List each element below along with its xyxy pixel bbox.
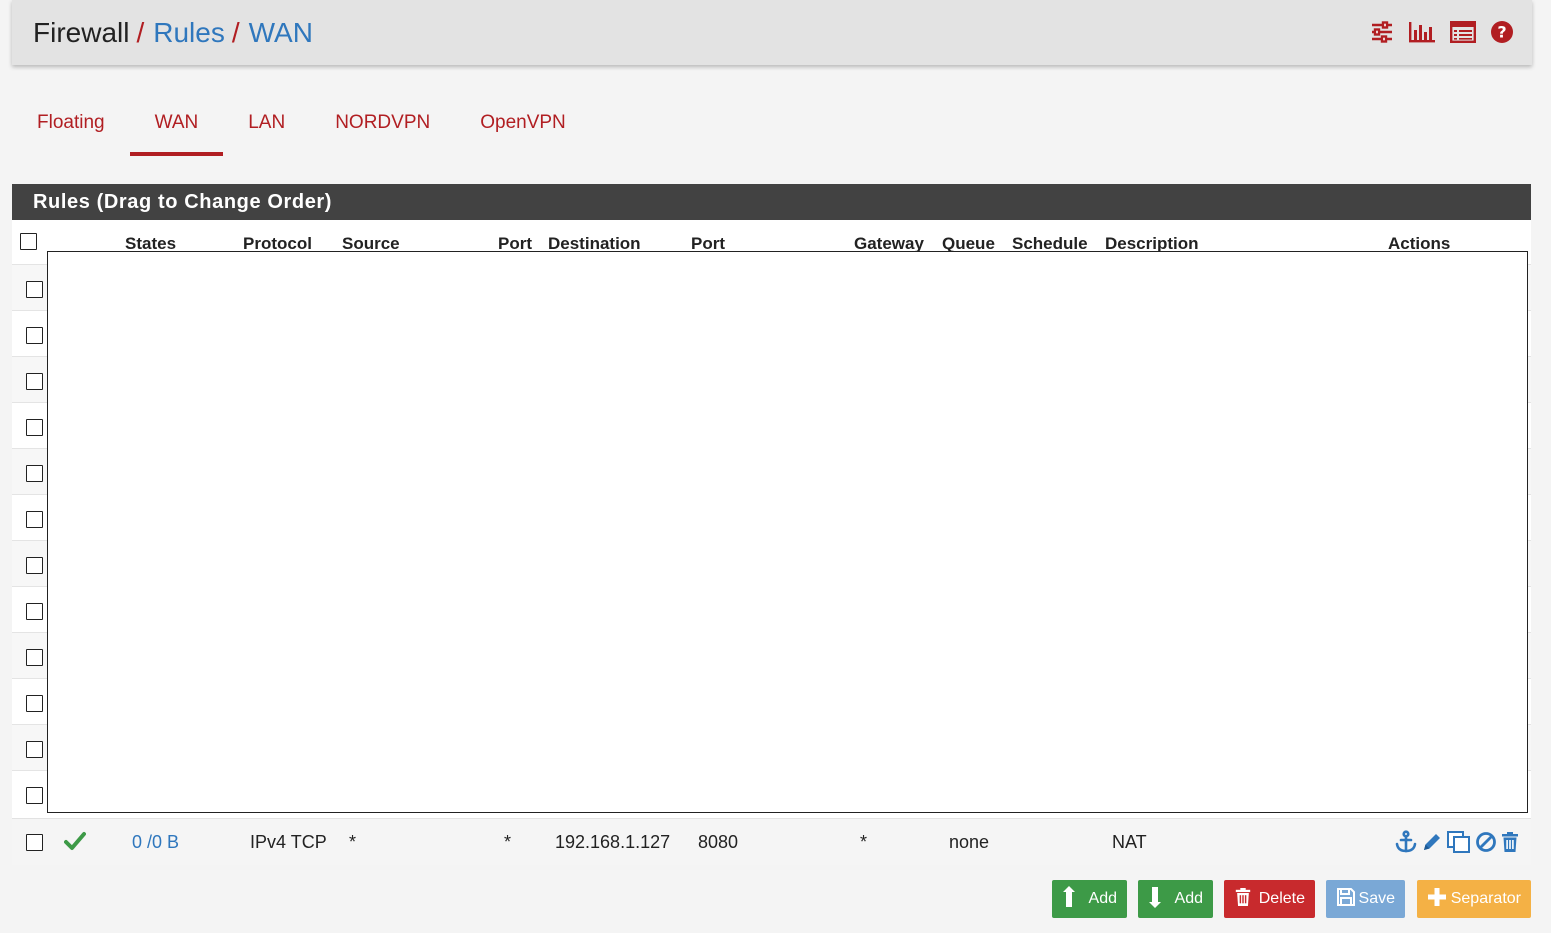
tab-wan[interactable]: WAN (129, 95, 224, 156)
action-buttons: Add Add Delete Save Separator (0, 880, 1551, 920)
row-checkbox[interactable] (26, 281, 43, 298)
row-checkbox[interactable] (26, 511, 43, 528)
help-icon[interactable]: ? (1490, 20, 1514, 44)
rule-protocol: IPv4 TCP (250, 832, 327, 852)
breadcrumb-separator: / (136, 16, 145, 48)
rule-description: NAT (1112, 832, 1147, 852)
breadcrumb-rules[interactable]: Rules (153, 17, 225, 49)
drag-placeholder (47, 251, 1528, 813)
copy-icon[interactable] (1446, 830, 1472, 859)
rule-destination: 192.168.1.127 (555, 832, 671, 852)
breadcrumb-firewall: Firewall (33, 16, 130, 48)
tab-floating[interactable]: Floating (12, 95, 130, 155)
rule-actions (1394, 830, 1520, 859)
list-icon[interactable] (1450, 21, 1476, 43)
row-checkbox[interactable] (26, 834, 43, 851)
breadcrumb-wan[interactable]: WAN (249, 17, 313, 49)
arrow-up-icon (1062, 885, 1078, 913)
save-button[interactable]: Save (1326, 880, 1405, 918)
row-checkbox[interactable] (26, 465, 43, 482)
tab-lan[interactable]: LAN (223, 95, 310, 155)
rule-source: * (349, 832, 357, 852)
trash-icon (1234, 887, 1252, 912)
breadcrumb: Firewall / Rules / WAN (33, 17, 313, 49)
row-checkbox[interactable] (26, 787, 43, 804)
panel-title: Rules (Drag to Change Order) (12, 184, 1531, 220)
sliders-icon[interactable] (1370, 20, 1394, 44)
row-checkbox[interactable] (26, 741, 43, 758)
trash-icon[interactable] (1500, 831, 1520, 858)
plus-icon (1427, 887, 1447, 912)
edit-icon[interactable] (1421, 831, 1443, 858)
bar-chart-icon[interactable] (1408, 20, 1436, 44)
row-checkbox[interactable] (26, 327, 43, 344)
interface-tabs: Floating WAN LAN NORDVPN OpenVPN (12, 95, 591, 157)
svg-text:?: ? (1497, 23, 1506, 42)
rule-states[interactable]: 0 /0 B (132, 832, 179, 853)
save-icon (1336, 887, 1356, 912)
add-bottom-button[interactable]: Add (1138, 880, 1213, 918)
anchor-icon[interactable] (1394, 830, 1418, 859)
page-header: Firewall / Rules / WAN ? (12, 0, 1532, 65)
row-checkbox[interactable] (26, 557, 43, 574)
rule-gateway: * (860, 832, 868, 852)
breadcrumb-separator: / (231, 16, 240, 48)
rule-queue: none (949, 832, 990, 852)
row-checkbox[interactable] (26, 603, 43, 620)
row-checkbox[interactable] (26, 649, 43, 666)
tab-openvpn[interactable]: OpenVPN (455, 95, 591, 155)
tab-nordvpn[interactable]: NORDVPN (310, 95, 455, 155)
select-all-checkbox[interactable] (20, 233, 37, 250)
rule-dest-port: 8080 (698, 832, 739, 852)
check-icon[interactable] (64, 831, 86, 856)
rule-port: * (504, 832, 512, 852)
row-checkbox[interactable] (26, 373, 43, 390)
arrow-down-icon (1148, 886, 1164, 913)
row-checkbox[interactable] (26, 695, 43, 712)
add-top-button[interactable]: Add (1052, 880, 1127, 918)
delete-button[interactable]: Delete (1224, 880, 1315, 918)
table-row[interactable]: 0 /0 B IPv4 TCP * * 192.168.1.127 8080 *… (12, 818, 1531, 865)
disable-icon[interactable] (1475, 831, 1497, 858)
row-checkbox[interactable] (26, 419, 43, 436)
add-separator-button[interactable]: Separator (1417, 880, 1531, 918)
